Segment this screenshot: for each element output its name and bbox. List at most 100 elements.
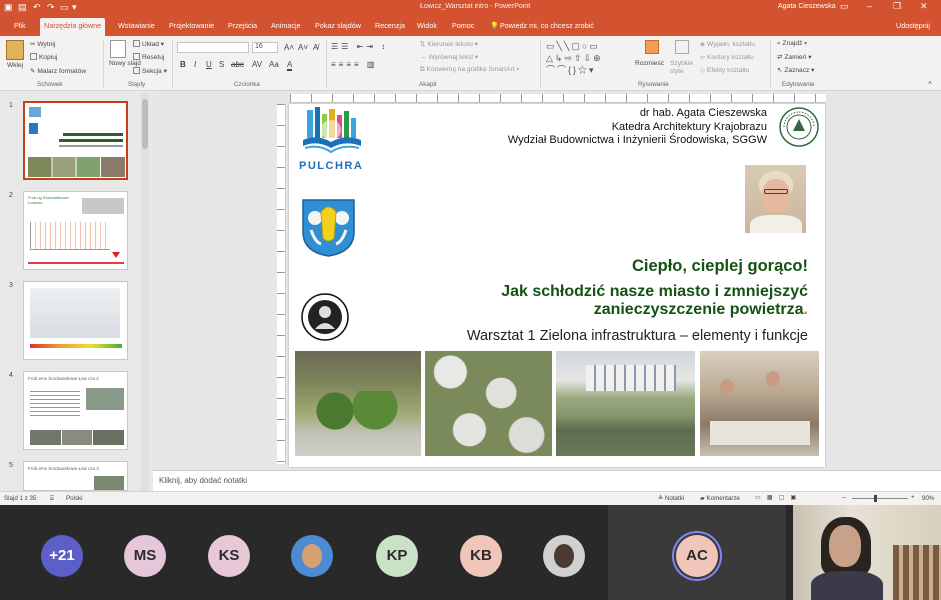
reset-button[interactable]: Resetuj <box>133 53 164 61</box>
align-buttons[interactable]: ≡≡≡≡ ▥ <box>331 60 377 69</box>
select-button[interactable]: ↖ Zaznacz ▾ <box>777 66 814 74</box>
tab-insert[interactable]: Wstawianie <box>118 21 155 30</box>
font-name-field[interactable] <box>177 42 249 53</box>
zoom-level[interactable]: 90% <box>922 495 934 502</box>
quick-styles-icon[interactable] <box>675 40 689 54</box>
shadow-icon[interactable]: S <box>219 60 224 69</box>
horizontal-ruler[interactable] <box>290 94 826 103</box>
thumb-text-line <box>28 262 124 264</box>
bookshelf <box>893 545 941 600</box>
scrollbar-thumb[interactable] <box>142 99 148 149</box>
participant-photo-avatar[interactable] <box>291 535 333 577</box>
arrange-button[interactable]: Rozmieść <box>635 60 664 67</box>
paste-button[interactable]: Wklej <box>7 62 23 69</box>
self-camera-view[interactable] <box>793 505 941 600</box>
find-button[interactable]: ⌕ Znajdź ▾ <box>777 40 807 48</box>
vertical-ruler[interactable] <box>277 104 286 464</box>
arrange-icon[interactable] <box>645 40 659 54</box>
glasses-icon <box>764 189 788 194</box>
zoom-out-icon[interactable]: – <box>842 494 845 501</box>
zoom-slider-thumb[interactable] <box>874 495 877 502</box>
tab-slideshow[interactable]: Pokaz slajdów <box>315 21 361 30</box>
zoom-in-icon[interactable]: + <box>911 494 915 501</box>
shape-effects-button[interactable]: ◇ Efekty kształtu <box>700 66 749 74</box>
format-painter-button[interactable]: ✎ Malarz formatów <box>30 67 86 75</box>
tell-me-search[interactable]: Powiedz mi, co chcesz zrobić <box>500 21 594 30</box>
replace-button[interactable]: ⇄ Zamień ▾ <box>777 53 812 61</box>
tab-design[interactable]: Projektowanie <box>169 21 214 30</box>
collapse-ribbon-icon[interactable]: ˄ <box>928 80 932 87</box>
text-direction-button[interactable]: ⇅ Kierunek tekstu ▾ <box>420 40 478 48</box>
participant-avatar[interactable]: KP <box>376 535 418 577</box>
quick-styles-button[interactable]: Szybkie style <box>670 60 696 76</box>
shapes-gallery[interactable]: ▭╲╲▢○▭ △↳⇨⇧⇩⊕ ⌒⌒{}☆▾ <box>546 40 630 76</box>
autosave-icon[interactable]: ▣ <box>4 2 13 13</box>
participant-avatar[interactable]: +21 <box>41 535 83 577</box>
clear-formatting-icon[interactable]: A̸ <box>313 43 318 52</box>
copy-button[interactable]: Kopiuj <box>30 53 57 61</box>
save-icon[interactable]: ▤ <box>18 2 27 13</box>
quick-access-menu-icon[interactable]: ▾ <box>72 2 77 13</box>
underline-icon[interactable]: U <box>206 60 212 69</box>
avatar-initials: KB <box>470 547 492 564</box>
tab-help[interactable]: Pomoc <box>452 21 474 30</box>
maximize-icon[interactable]: ❐ <box>893 1 901 12</box>
slide-thumbnail-1[interactable] <box>23 101 128 180</box>
slide-thumbnail-2[interactable]: Frob ng Środowiskowe Łowicza <box>23 191 128 270</box>
undo-icon[interactable]: ↶ <box>33 2 41 13</box>
layout-button[interactable]: Układ ▾ <box>133 40 164 48</box>
shape-outline-button[interactable]: ▱ Kontury kształtu <box>700 53 754 61</box>
bold-icon[interactable]: B <box>180 60 186 69</box>
smartart-button[interactable]: ⧉ Konwertuj na grafikę SmartArt ▾ <box>420 66 519 74</box>
strikethrough-icon[interactable]: abc <box>231 60 244 69</box>
cut-button[interactable]: ✂ Wytnij <box>30 40 55 48</box>
notes-placeholder[interactable]: Kliknij, aby dodać notatki <box>159 476 247 485</box>
char-spacing-icon[interactable]: AV <box>252 60 262 69</box>
minimize-icon[interactable]: – <box>867 1 872 11</box>
font-color-icon[interactable]: A <box>287 60 293 71</box>
tab-review[interactable]: Recenzja <box>375 21 405 30</box>
list-buttons[interactable]: ☰☰ ⇤⇥ ↕ <box>331 42 388 51</box>
slide-thumbnail-4[interactable]: Frob ems Środowiskowe Łow cza 2 <box>23 371 128 450</box>
tab-file[interactable]: Plik <box>14 21 26 30</box>
thumbnail-scrollbar[interactable] <box>141 93 149 491</box>
participant-photo-avatar[interactable] <box>543 535 585 577</box>
italic-icon[interactable]: I <box>194 60 196 69</box>
paste-icon[interactable] <box>6 40 24 60</box>
thumb-crest-icon <box>29 123 38 134</box>
start-slideshow-icon[interactable]: ▭ <box>60 2 69 13</box>
redo-icon[interactable]: ↷ <box>47 2 55 13</box>
close-icon[interactable]: ✕ <box>920 1 928 12</box>
participant-avatar[interactable]: AC <box>676 535 718 577</box>
new-slide-icon[interactable] <box>110 40 126 58</box>
align-text-button[interactable]: ⇔ Wyrównaj tekst ▾ <box>420 53 478 61</box>
decrease-font-icon[interactable]: A˅ <box>298 43 308 52</box>
share-button[interactable]: Udostępnij <box>896 21 930 30</box>
account-name[interactable]: Agata Cieszewska <box>778 3 836 10</box>
view-buttons[interactable]: ▭▦▢▣ <box>755 494 802 501</box>
participant-avatar[interactable]: MS <box>124 535 166 577</box>
tab-view[interactable]: Widok <box>417 21 437 30</box>
tab-transitions[interactable]: Przejścia <box>228 21 257 30</box>
section-button[interactable]: Sekcja ▾ <box>133 67 167 75</box>
slide-thumbnail-5[interactable]: Frob ems Środowiskowe Łow cza 3 <box>23 461 128 491</box>
font-size-field[interactable]: 16 <box>252 42 278 53</box>
participant-avatar[interactable]: KS <box>208 535 250 577</box>
change-case-icon[interactable]: Aa <box>269 60 279 69</box>
participant-avatar[interactable]: KB <box>460 535 502 577</box>
notes-toggle[interactable]: ≙ Notatki <box>658 495 684 502</box>
zoom-slider[interactable] <box>852 498 908 499</box>
ribbon-options-icon[interactable]: ▭ <box>840 1 849 12</box>
increase-font-icon[interactable]: A˄ <box>284 43 294 52</box>
shape-fill-button[interactable]: ◈ Wypełn. kształtu <box>700 40 755 48</box>
slide-canvas[interactable]: PULCHRA dr hab. Agata Cieszewska Katedra… <box>289 104 825 467</box>
ribbon-tabs: Plik Narzędzia główne Wstawianie Projekt… <box>0 16 941 36</box>
comments-toggle[interactable]: ▰ Komentarze <box>700 495 740 502</box>
notes-pane[interactable]: Kliknij, aby dodać notatki <box>153 470 941 491</box>
accessibility-icon[interactable]: ⌸ <box>50 495 54 503</box>
language-indicator[interactable]: Polski <box>66 495 83 502</box>
thumb-title: Frob ng Środowiskowe Łowicza <box>28 195 69 205</box>
tab-animations[interactable]: Animacje <box>271 21 301 30</box>
slide-thumbnail-3[interactable] <box>23 281 128 360</box>
tab-home[interactable]: Narzędzia główne <box>40 18 106 36</box>
